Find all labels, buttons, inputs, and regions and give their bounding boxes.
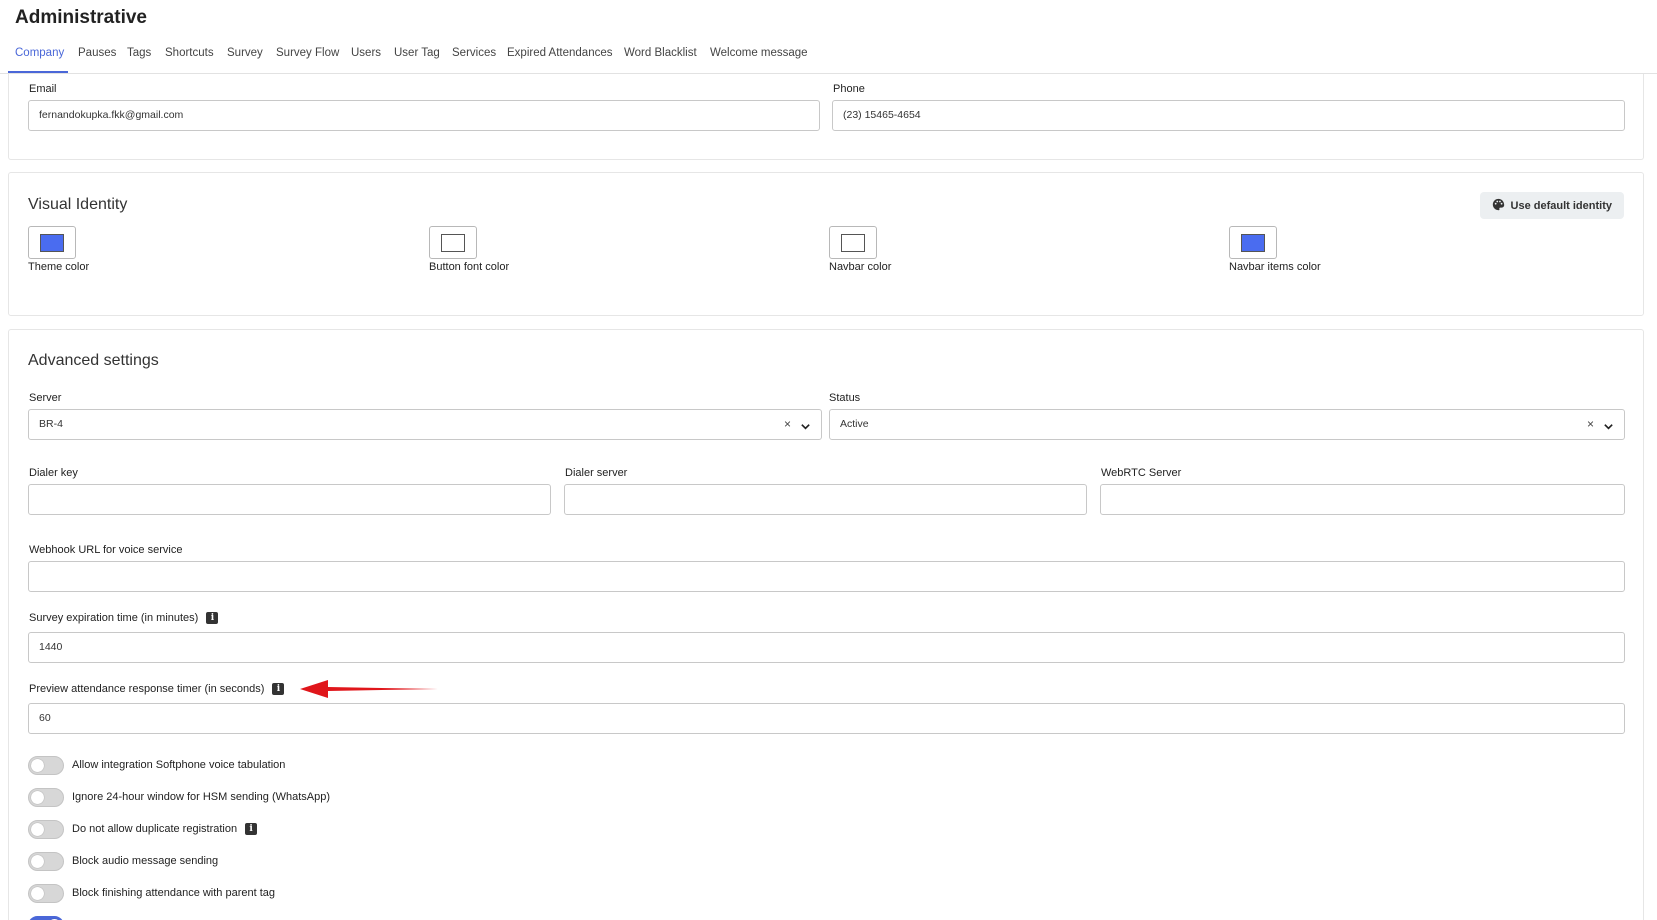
dialer-key-field[interactable] [28, 484, 551, 515]
survey-expiration-label: Survey expiration time (in minutes) i [29, 612, 219, 625]
tab-welcome-message[interactable]: Welcome message [710, 47, 808, 59]
chevron-down-icon[interactable] [1603, 419, 1614, 437]
info-icon[interactable]: i [206, 612, 219, 625]
tab-bar: Company Pauses Tags Shortcuts Survey Sur… [0, 40, 1657, 74]
tab-survey-flow[interactable]: Survey Flow [276, 47, 339, 59]
webrtc-server-field[interactable] [1100, 484, 1625, 515]
annotation-arrow-icon [300, 680, 438, 698]
tab-word-blacklist[interactable]: Word Blacklist [624, 47, 697, 59]
tab-shortcuts[interactable]: Shortcuts [165, 47, 214, 59]
email-field[interactable]: fernandokupka.fkk@gmail.com [28, 100, 820, 131]
ignore-hsm-window-toggle[interactable] [28, 787, 64, 807]
dialer-server-field[interactable] [564, 484, 1087, 515]
block-audio-toggle[interactable] [28, 851, 64, 871]
webhook-url-field[interactable] [28, 561, 1625, 592]
button-font-color-label: Button font color [429, 261, 510, 273]
info-icon[interactable]: i [272, 683, 285, 696]
tab-users[interactable]: Users [351, 47, 381, 59]
softphone-tabulation-toggle[interactable] [28, 755, 64, 775]
advanced-settings-title: Advanced settings [28, 352, 159, 369]
theme-color-label: Theme color [28, 261, 90, 273]
status-value: Active [840, 418, 869, 430]
palette-icon [1492, 198, 1505, 214]
navbar-items-color-swatch [1241, 234, 1265, 252]
phone-field[interactable]: (23) 15465-4654 [832, 100, 1625, 131]
clear-icon[interactable]: × [784, 410, 791, 439]
phone-label: Phone [833, 83, 865, 95]
block-audio-label: Block audio message sending [72, 855, 219, 867]
navbar-color-picker[interactable] [829, 226, 877, 259]
preview-timer-field[interactable]: 60 [28, 703, 1625, 734]
toggle-row-parent-tag: Block finishing attendance with parent t… [28, 883, 275, 903]
navbar-color-swatch [841, 234, 865, 252]
server-select[interactable]: BR-4 × [28, 409, 822, 440]
page-title: Administrative [15, 7, 147, 28]
server-label: Server [29, 392, 62, 404]
toggle-knob [31, 822, 44, 836]
partially-visible-toggle[interactable] [28, 915, 64, 920]
toggle-row-duplicate: Do not allow duplicate registration i [28, 819, 258, 839]
tab-expired-attendances[interactable]: Expired Attendances [507, 47, 613, 59]
block-parent-tag-label: Block finishing attendance with parent t… [72, 887, 276, 899]
toggle-row-audio: Block audio message sending [28, 851, 218, 871]
webhook-url-label: Webhook URL for voice service [29, 544, 183, 556]
toggle-knob [31, 854, 44, 868]
use-default-identity-label: Use default identity [1510, 199, 1612, 212]
visual-identity-title: Visual Identity [28, 196, 128, 213]
no-duplicate-registration-label: Do not allow duplicate registration [72, 823, 238, 835]
arrow-shape [300, 680, 438, 698]
chevron-down-icon[interactable] [800, 419, 811, 437]
info-icon[interactable]: i [245, 823, 258, 835]
contact-card: Email fernandokupka.fkk@gmail.com Phone … [8, 74, 1644, 160]
navbar-color-label: Navbar color [829, 261, 892, 273]
toggle-row-partial [28, 915, 64, 920]
navbar-items-color-picker[interactable] [1229, 226, 1277, 259]
clear-icon[interactable]: × [1587, 410, 1594, 439]
dialer-server-label: Dialer server [565, 467, 628, 479]
status-select[interactable]: Active × [829, 409, 1625, 440]
tab-services[interactable]: Services [452, 47, 496, 59]
theme-color-swatch [40, 234, 64, 252]
tab-company[interactable]: Company [15, 47, 64, 59]
use-default-identity-button[interactable]: Use default identity [1479, 192, 1624, 219]
ignore-hsm-window-label: Ignore 24-hour window for HSM sending (W… [72, 791, 331, 803]
dialer-key-label: Dialer key [29, 467, 78, 479]
toggle-knob [31, 790, 44, 804]
visual-identity-card: Visual Identity Use default identity The… [8, 172, 1644, 316]
toggle-knob [31, 886, 44, 900]
button-font-color-swatch [441, 234, 465, 252]
server-value: BR-4 [39, 418, 63, 430]
no-duplicate-registration-toggle[interactable] [28, 819, 64, 839]
preview-timer-label: Preview attendance response timer (in se… [29, 683, 285, 696]
softphone-tabulation-label: Allow integration Softphone voice tabula… [72, 759, 286, 771]
active-tab-indicator [8, 71, 68, 73]
button-font-color-picker[interactable] [429, 226, 477, 259]
advanced-settings-card: Advanced settings Server BR-4 × Status A… [8, 329, 1644, 920]
app-root: Administrative Company Pauses Tags Short… [0, 0, 1657, 920]
preview-timer-label-text: Preview attendance response timer (in se… [29, 683, 265, 695]
status-label: Status [829, 392, 861, 404]
toggle-knob [31, 758, 44, 772]
webrtc-server-label: WebRTC Server [1101, 467, 1182, 479]
tab-pauses[interactable]: Pauses [78, 47, 116, 59]
email-label: Email [29, 83, 57, 95]
tab-user-tag[interactable]: User Tag [394, 47, 440, 59]
tab-tags[interactable]: Tags [127, 47, 151, 59]
tab-survey[interactable]: Survey [227, 47, 263, 59]
toggle-row-hsm-window: Ignore 24-hour window for HSM sending (W… [28, 787, 330, 807]
survey-expiration-label-text: Survey expiration time (in minutes) [29, 612, 199, 624]
theme-color-picker[interactable] [28, 226, 76, 259]
survey-expiration-field[interactable]: 1440 [28, 632, 1625, 663]
block-parent-tag-toggle[interactable] [28, 883, 64, 903]
toggle-row-softphone: Allow integration Softphone voice tabula… [28, 755, 285, 775]
navbar-items-color-label: Navbar items color [1229, 261, 1321, 273]
